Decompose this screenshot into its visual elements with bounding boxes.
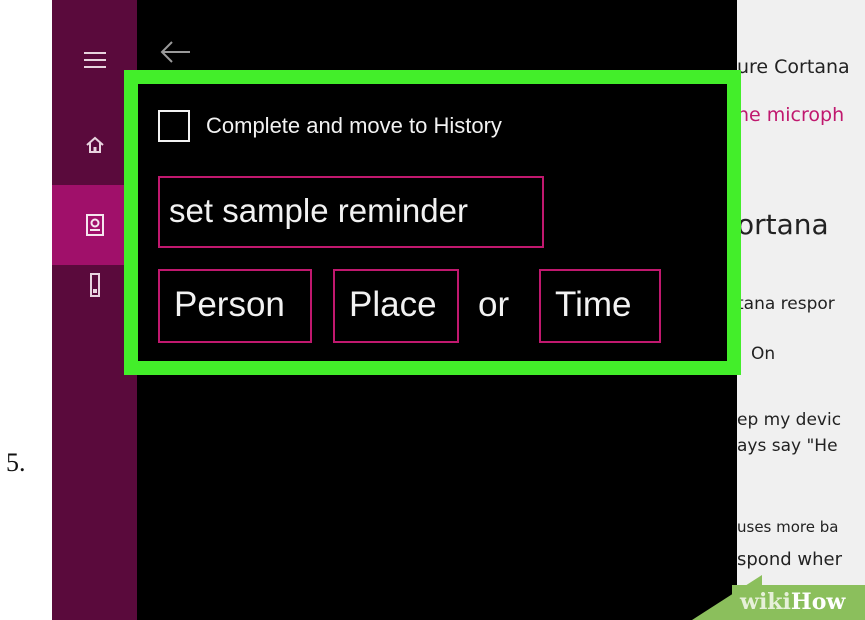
settings-text: uses more ba (737, 518, 839, 536)
step-number: 5. (6, 448, 26, 477)
settings-text: ure Cortana (737, 56, 850, 78)
time-option-button[interactable]: Time (539, 269, 661, 343)
complete-checkbox-row[interactable]: Complete and move to History (158, 110, 502, 142)
settings-text: spond wher (737, 549, 842, 570)
person-option-button[interactable]: Person (158, 269, 312, 343)
wikihow-watermark: wikiHow (732, 585, 865, 620)
checkbox-label: Complete and move to History (206, 113, 502, 138)
settings-text: ays say "He (737, 436, 838, 456)
settings-heading: ortana (737, 208, 829, 241)
reminder-title-field[interactable]: set sample reminder (158, 176, 544, 248)
watermark-wiki: wiki (740, 589, 791, 615)
or-separator: or (478, 285, 510, 324)
highlight-box: Complete and move to History set sample … (124, 70, 741, 375)
settings-link[interactable]: he microph (737, 104, 844, 126)
settings-text: ep my devic (737, 410, 842, 430)
place-option-button[interactable]: Place (333, 269, 459, 343)
complete-checkbox[interactable] (158, 110, 190, 142)
settings-text: tana respor (737, 294, 835, 314)
watermark-how: How (790, 589, 846, 615)
toggle-state-label: On (751, 344, 776, 364)
cortana-window: ure Cortana he microph ortana tana respo… (52, 0, 865, 620)
settings-panel: ure Cortana he microph ortana tana respo… (737, 0, 865, 620)
back-arrow-icon[interactable] (159, 40, 191, 69)
